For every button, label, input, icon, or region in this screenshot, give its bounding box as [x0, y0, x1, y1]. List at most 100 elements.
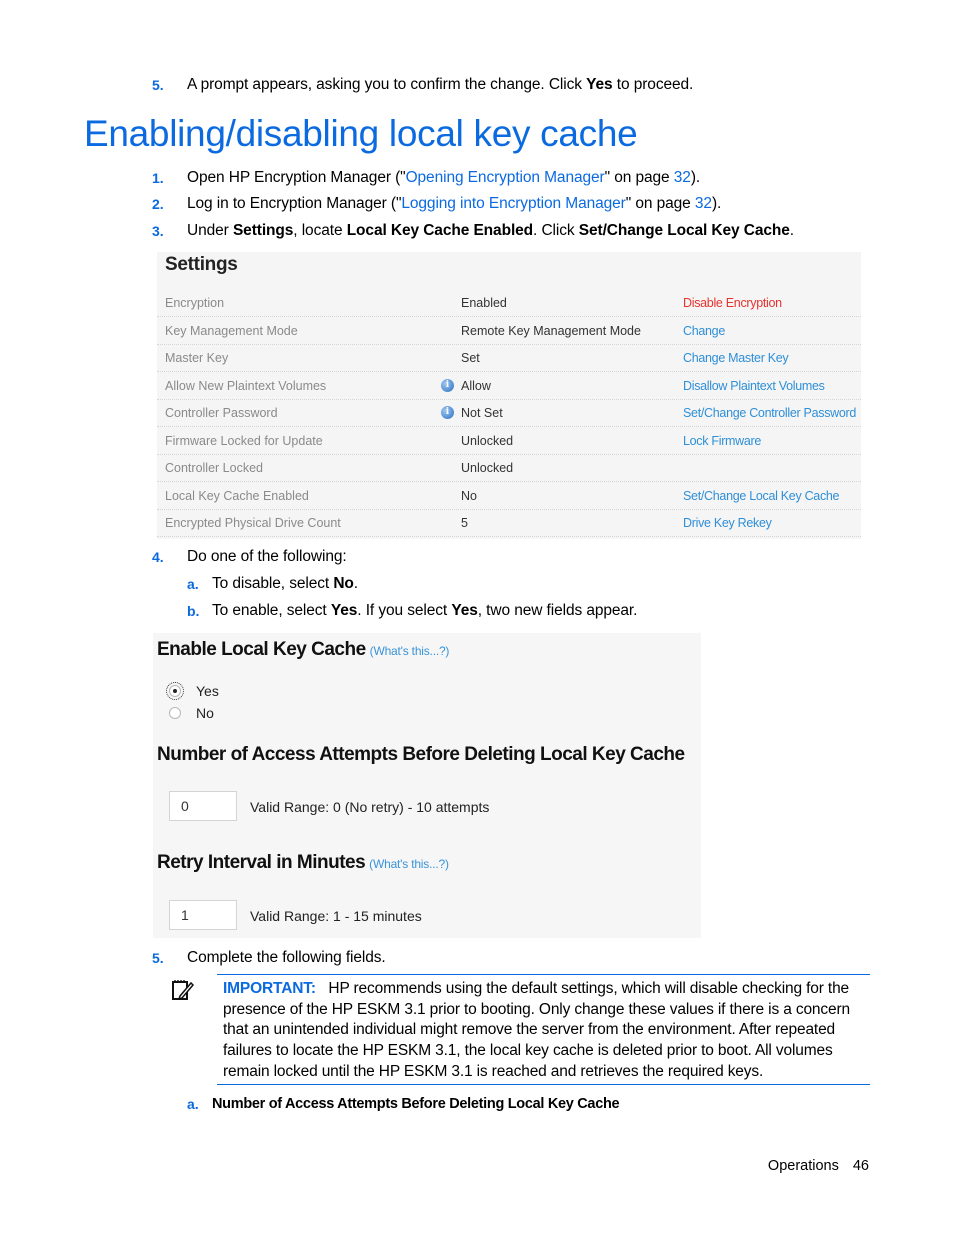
- radio-button-no[interactable]: [169, 707, 181, 719]
- bold-set-change-local-key-cache: Set/Change Local Key Cache: [578, 222, 790, 239]
- bold-settings: Settings: [232, 222, 294, 239]
- setting-value: Remote Key Management Mode: [461, 323, 641, 338]
- settings-row: Encrypted Physical Drive Count 5 Drive Key…: [157, 509, 861, 537]
- bold-yes: Yes: [330, 602, 358, 619]
- bold-yes: Yes: [586, 76, 613, 93]
- heading-text: Enable Local Key Cache: [157, 639, 366, 660]
- step-text: " on page: [604, 169, 674, 186]
- step-text: Log in to Encryption Manager (": [187, 195, 402, 212]
- setting-value: No: [461, 488, 477, 503]
- footer-section: Operations: [767, 1158, 839, 1174]
- settings-row: Controller Locked Unlocked: [157, 454, 861, 482]
- setting-action-link[interactable]: Disable Encryption: [683, 296, 782, 310]
- setting-value: Set: [461, 351, 480, 365]
- note-divider-bottom: [217, 1084, 870, 1085]
- settings-row: Controller Password i Not Set Set/Change Co…: [157, 399, 861, 427]
- settings-panel: Settings Encryption Enabled Disable Encryp…: [157, 252, 861, 539]
- setting-action-link[interactable]: Disallow Plaintext Volumes: [683, 379, 825, 393]
- settings-row: Local Key Cache Enabled No Set/Change Loca…: [157, 482, 861, 510]
- step-text: . Click: [533, 222, 579, 239]
- retry-interval-input[interactable]: 1: [169, 900, 237, 930]
- radio-label-no: No: [196, 705, 214, 721]
- step-text: . If you select: [357, 602, 452, 619]
- settings-row: Encryption Enabled Disable Encryption: [157, 289, 861, 317]
- step-text: ).: [711, 195, 722, 212]
- setting-value: Allow: [461, 378, 491, 393]
- opening-encryption-manager-link[interactable]: Opening Encryption Manager: [406, 169, 605, 186]
- note-divider-top: [217, 974, 870, 975]
- setting-name: Controller Password: [165, 406, 278, 420]
- setting-action-link[interactable]: Change: [683, 324, 725, 338]
- step-text: To enable, select: [212, 602, 331, 619]
- step-number: 5.: [152, 77, 164, 93]
- important-note: IMPORTANT: HP recommends using the defau…: [223, 979, 871, 1083]
- settings-row: Master Key Set Change Master Key: [157, 344, 861, 372]
- important-text: HP recommends using the default settings…: [223, 980, 850, 1080]
- step-text: Open HP Encryption Manager (": [187, 169, 406, 186]
- settings-title: Settings: [165, 254, 238, 275]
- settings-row: Key Management Mode Remote Key Management…: [157, 317, 861, 345]
- setting-name: Controller Locked: [165, 461, 263, 475]
- section-title: Enabling/disabling local key cache: [84, 113, 638, 154]
- info-icon[interactable]: i: [441, 378, 454, 392]
- setting-name: Allow New Plaintext Volumes: [165, 378, 327, 393]
- bold-no: No: [333, 575, 354, 592]
- settings-row: Firmware Locked for Update Unlocked Lock F…: [157, 427, 861, 455]
- setting-value: 5: [461, 516, 468, 530]
- substep-text: Number of Access Attempts Before Deletin…: [212, 1096, 620, 1112]
- step-text: , locate: [293, 222, 347, 239]
- access-attempts-heading: Number of Access Attempts Before Deletin…: [157, 744, 685, 765]
- logging-into-encryption-manager-link[interactable]: Logging into Encryption Manager: [401, 195, 625, 212]
- substep-letter: a.: [187, 1096, 199, 1112]
- step-text: A prompt appears, asking you to confirm …: [187, 76, 587, 93]
- page-footer: Operations 46: [768, 1158, 869, 1174]
- setting-name: Local Key Cache Enabled: [165, 488, 309, 503]
- step-text: .: [353, 575, 358, 592]
- step-number: 1.: [152, 170, 164, 186]
- setting-value: Unlocked: [461, 461, 514, 475]
- setting-action-link[interactable]: Drive Key Rekey: [683, 516, 772, 530]
- radio-label-yes: Yes: [196, 683, 219, 699]
- bold-yes: Yes: [451, 602, 478, 619]
- page-32-link[interactable]: 32: [674, 169, 691, 186]
- setting-name: Encrypted Physical Drive Count: [165, 516, 341, 530]
- access-attempts-input[interactable]: 0: [169, 791, 237, 821]
- setting-value: Unlocked: [461, 433, 514, 448]
- step-number: 4.: [152, 549, 164, 565]
- page-32-link[interactable]: 32: [695, 195, 712, 212]
- step-text: ).: [690, 169, 701, 186]
- setting-action-link[interactable]: Lock Firmware: [683, 434, 761, 448]
- substep-letter: a.: [187, 576, 199, 592]
- info-icon[interactable]: i: [441, 406, 454, 419]
- substep-letter: b.: [187, 603, 200, 619]
- step-number: 3.: [152, 223, 164, 239]
- setting-value: Not Set: [461, 406, 503, 420]
- radio-button-yes[interactable]: [166, 682, 184, 700]
- settings-row: Allow New Plaintext Volumes i Allow Disallo…: [157, 372, 861, 400]
- step-number: 2.: [152, 196, 164, 212]
- bold-local-key-cache-enabled: Local Key Cache Enabled: [346, 222, 534, 239]
- whats-this-link[interactable]: (What's this...?): [370, 644, 450, 658]
- whats-this-link[interactable]: (What's this...?): [369, 857, 449, 871]
- step-text: Under: [187, 222, 233, 239]
- setting-name: Master Key: [165, 351, 229, 365]
- enable-local-key-cache-heading: Enable Local Key Cache (What's this...?): [157, 639, 449, 661]
- retry-interval-range: Valid Range: 1 - 15 minutes: [250, 908, 422, 924]
- setting-action-link[interactable]: Change Master Key: [683, 351, 789, 365]
- setting-name: Firmware Locked for Update: [165, 433, 323, 448]
- notepad-pencil-icon: [171, 978, 195, 1002]
- setting-value: Enabled: [461, 296, 507, 310]
- setting-action-link[interactable]: Set/Change Local Key Cache: [683, 489, 840, 503]
- step-text: .: [789, 222, 794, 239]
- heading-text: Retry Interval in Minutes: [157, 852, 366, 873]
- step-text: to proceed.: [612, 76, 694, 93]
- step-text: Do one of the following:: [187, 548, 347, 565]
- local-key-cache-form: Enable Local Key Cache (What's this...?) …: [153, 633, 701, 938]
- access-attempts-range: Valid Range: 0 (No retry) - 10 attempts: [250, 799, 490, 815]
- important-label: IMPORTANT:: [223, 980, 316, 997]
- step-text: " on page: [625, 195, 695, 212]
- setting-action-link[interactable]: Set/Change Controller Password: [683, 406, 856, 420]
- setting-name: Key Management Mode: [165, 323, 298, 338]
- step-text: To disable, select: [212, 575, 334, 592]
- step-number: 5.: [152, 950, 164, 966]
